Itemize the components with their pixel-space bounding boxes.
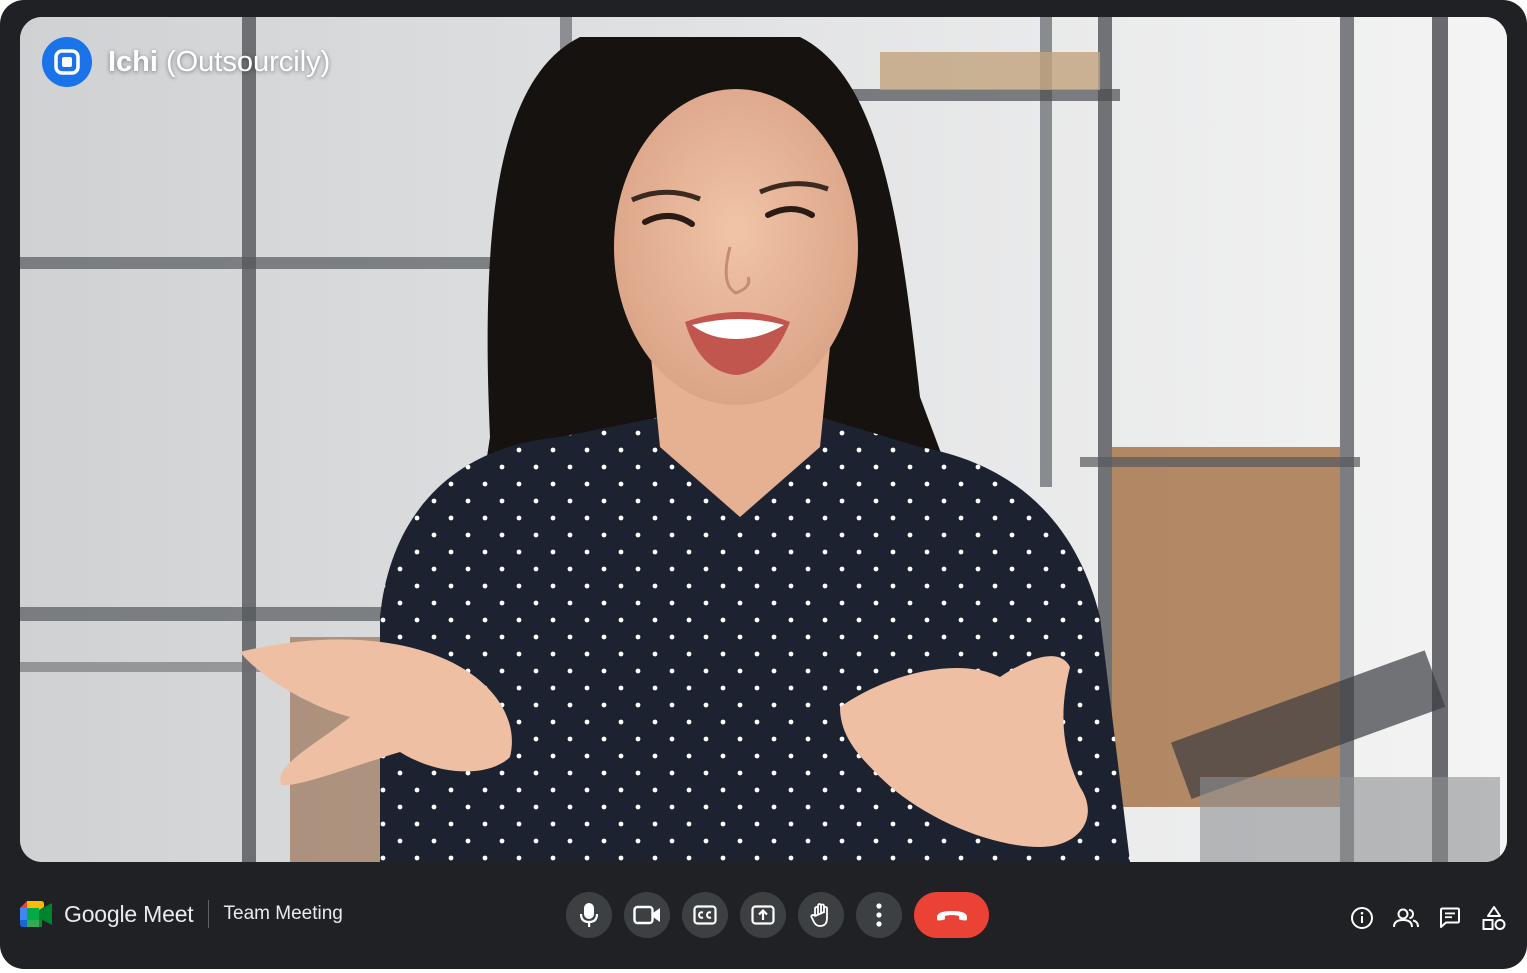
more-options-button[interactable]	[856, 892, 902, 938]
call-controls	[566, 892, 989, 938]
hand-icon	[810, 903, 828, 927]
participant-name: Ichi (Outsourcily)	[108, 46, 330, 79]
more-vertical-icon	[876, 903, 882, 927]
leave-call-button[interactable]	[914, 892, 989, 938]
phone-hangup-icon	[936, 911, 967, 921]
divider	[207, 900, 209, 928]
meeting-title: Team Meeting	[223, 903, 343, 924]
participant-video-tile[interactable]: Ichi (Outsourcily)	[20, 17, 1507, 862]
info-icon	[1351, 907, 1373, 929]
camera-button[interactable]	[624, 892, 670, 938]
square-logo-icon	[42, 37, 92, 87]
activities-button[interactable]	[1479, 903, 1509, 933]
google-meet-logo-icon	[20, 901, 52, 927]
side-tools	[1333, 903, 1509, 933]
app-name: Google Meet	[64, 900, 194, 927]
participant-label: Ichi (Outsourcily)	[42, 37, 330, 87]
chat-button[interactable]	[1435, 903, 1465, 933]
meet-window: Ichi (Outsourcily) Google Meet Team Meeti…	[0, 0, 1527, 969]
brand-area: Google Meet Team Meeting	[20, 900, 343, 928]
people-button[interactable]	[1391, 903, 1421, 933]
meeting-details-button[interactable]	[1347, 903, 1377, 933]
microphone-button[interactable]	[566, 892, 612, 938]
participant-first-name: Ichi	[108, 45, 158, 78]
closed-captions-icon	[693, 905, 717, 925]
present-screen-icon	[751, 905, 775, 925]
captions-button[interactable]	[682, 892, 728, 938]
raise-hand-button[interactable]	[798, 892, 844, 938]
video-camera-icon	[633, 905, 660, 925]
participant-video-feed	[20, 17, 1507, 862]
microphone-icon	[579, 903, 599, 927]
present-button[interactable]	[740, 892, 786, 938]
people-icon	[1393, 908, 1419, 928]
participant-organization: (Outsourcily)	[165, 45, 331, 78]
bottom-toolbar: Google Meet Team Meeting	[0, 862, 1527, 969]
chat-icon	[1440, 907, 1460, 928]
shapes-icon	[1482, 906, 1506, 930]
